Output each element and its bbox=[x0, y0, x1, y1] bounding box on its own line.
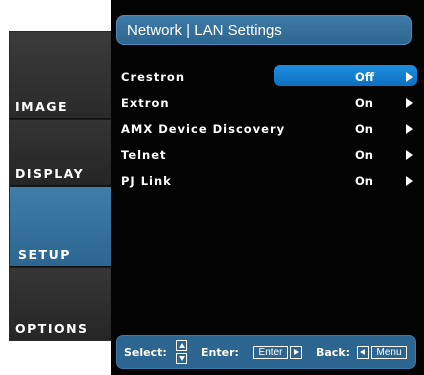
setting-value[interactable]: Off bbox=[355, 70, 374, 84]
select-hint-label: Select: bbox=[124, 346, 167, 359]
setting-label: Extron bbox=[121, 96, 170, 110]
tab-options-label: OPTIONS bbox=[15, 321, 89, 336]
setting-row-pj-link[interactable]: PJ Link On bbox=[121, 173, 413, 190]
tab-options[interactable]: OPTIONS bbox=[10, 268, 112, 340]
title-bar: Network | LAN Settings bbox=[116, 15, 412, 45]
setting-value[interactable]: On bbox=[355, 96, 373, 110]
triangle-right-icon[interactable] bbox=[406, 72, 413, 82]
tab-image-label: IMAGE bbox=[15, 99, 69, 114]
tab-setup[interactable]: SETUP bbox=[10, 187, 112, 267]
setting-row-telnet[interactable]: Telnet On bbox=[121, 147, 413, 164]
tab-display-label: DISPLAY bbox=[15, 166, 85, 181]
menu-key: Menu bbox=[371, 346, 407, 359]
key-hint-bar: Select: Enter: Enter Back: Menu bbox=[116, 335, 416, 369]
tab-display[interactable]: DISPLAY bbox=[10, 120, 112, 186]
triangle-right-icon[interactable] bbox=[406, 124, 413, 134]
triangle-right-icon[interactable] bbox=[406, 150, 413, 160]
up-down-arrows-icon bbox=[176, 340, 187, 364]
osd-panel: Network | LAN Settings Crestron Off Extr… bbox=[111, 0, 424, 375]
triangle-left-key-icon bbox=[357, 346, 369, 359]
setting-row-crestron[interactable]: Crestron Off bbox=[121, 65, 417, 86]
triangle-right-key-icon bbox=[290, 346, 302, 359]
setting-value[interactable]: On bbox=[355, 174, 373, 188]
page-title: Network | LAN Settings bbox=[127, 22, 282, 39]
triangle-right-icon[interactable] bbox=[406, 176, 413, 186]
selection-highlight bbox=[274, 65, 417, 86]
enter-hint-label: Enter: bbox=[201, 346, 239, 359]
setting-value[interactable]: On bbox=[355, 148, 373, 162]
setting-label: Telnet bbox=[121, 148, 167, 162]
tab-image[interactable]: IMAGE bbox=[10, 32, 112, 119]
setting-label: PJ Link bbox=[121, 174, 172, 188]
setting-label: AMX Device Discovery bbox=[121, 122, 286, 136]
back-hint-label: Back: bbox=[316, 346, 351, 359]
enter-key: Enter bbox=[253, 346, 288, 359]
setting-label: Crestron bbox=[121, 70, 186, 84]
setting-row-extron[interactable]: Extron On bbox=[121, 95, 413, 112]
triangle-right-icon[interactable] bbox=[406, 98, 413, 108]
setting-row-amx-device-discovery[interactable]: AMX Device Discovery On bbox=[121, 121, 413, 138]
setting-value[interactable]: On bbox=[355, 122, 373, 136]
tab-setup-label: SETUP bbox=[18, 247, 71, 262]
menu-tab-column: IMAGE DISPLAY SETUP OPTIONS bbox=[9, 31, 113, 341]
